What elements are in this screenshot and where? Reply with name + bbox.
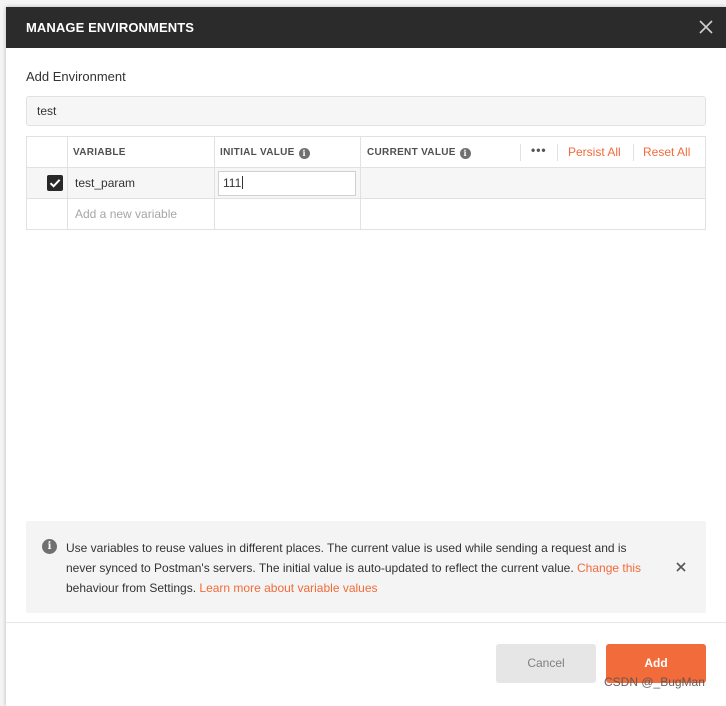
add-new-variable-input[interactable]: Add a new variable <box>75 207 177 221</box>
learn-more-link[interactable]: Learn more about variable values <box>199 581 377 595</box>
checkmark-icon <box>49 179 61 188</box>
current-value-info-icon[interactable]: i <box>459 148 471 159</box>
action-divider <box>557 144 558 161</box>
persist-all-link[interactable]: Persist All <box>568 145 621 159</box>
environment-name-input[interactable]: test <box>26 96 706 126</box>
header-variable: VARIABLE <box>73 147 126 158</box>
info-icon: i <box>42 539 57 554</box>
footer-divider <box>6 622 726 623</box>
row-divider <box>27 198 705 199</box>
variable-name-cell[interactable]: test_param <box>75 176 135 190</box>
manage-environments-dialog: MANAGE ENVIRONMENTS Add Environment test… <box>6 7 726 706</box>
column-divider <box>67 137 68 229</box>
header-current-value: CURRENT VALUE i <box>367 147 471 159</box>
reset-all-link[interactable]: Reset All <box>643 145 690 159</box>
row-divider <box>27 167 705 168</box>
change-behaviour-link[interactable]: Change this <box>577 561 641 575</box>
column-divider <box>360 137 361 229</box>
dialog-title: MANAGE ENVIRONMENTS <box>26 20 195 35</box>
close-icon[interactable] <box>674 560 688 574</box>
action-divider <box>520 144 521 161</box>
watermark: CSDN @_BugMan <box>604 675 705 689</box>
variables-table: VARIABLE INITIAL VALUE i CURRENT VALUE i •… <box>26 136 706 230</box>
text-caret <box>242 176 244 189</box>
dialog-header: MANAGE ENVIRONMENTS <box>6 7 726 48</box>
info-banner: i Use variables to reuse values in diffe… <box>26 521 706 613</box>
cancel-button[interactable]: Cancel <box>496 644 596 683</box>
header-initial-value: INITIAL VALUE i <box>220 147 310 159</box>
initial-value-info-icon[interactable]: i <box>298 148 310 159</box>
add-environment-label: Add Environment <box>26 69 126 84</box>
initial-value-input[interactable]: 111 <box>218 171 356 196</box>
row-enabled-checkbox[interactable] <box>47 175 63 191</box>
info-banner-text: Use variables to reuse values in differe… <box>66 541 642 595</box>
close-icon[interactable] <box>696 17 716 37</box>
more-options-icon[interactable]: ••• <box>531 143 547 157</box>
column-divider <box>214 137 215 229</box>
action-divider <box>633 144 634 161</box>
